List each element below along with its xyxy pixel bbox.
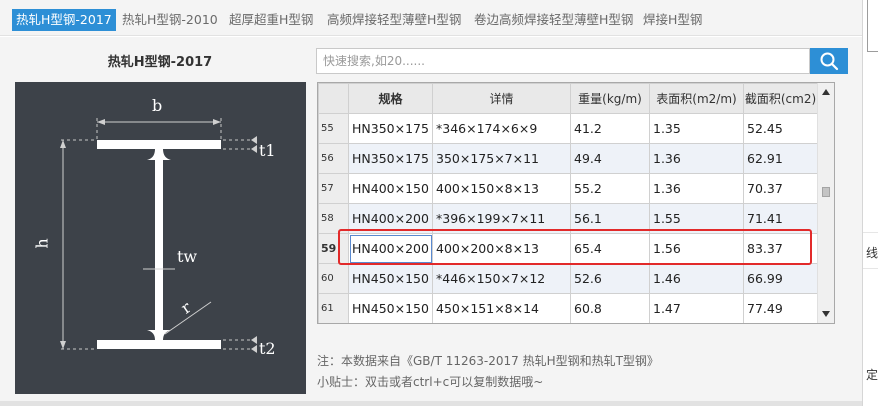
dim-label-t1: t1 xyxy=(259,141,276,160)
cell-spec[interactable]: HN350×175 xyxy=(348,143,433,174)
bottom-bar xyxy=(0,401,862,406)
tab-hot-rolled-h-2017[interactable]: 热轧H型钢-2017 xyxy=(12,9,116,31)
cell-spec[interactable]: HN350×175 xyxy=(348,113,433,144)
corner-cell xyxy=(318,83,349,114)
cell-spec-selected[interactable]: HN400×200 xyxy=(348,233,433,264)
cell-weight[interactable]: 49.4 xyxy=(570,143,650,174)
cell-detail[interactable]: *346×174×6×9 xyxy=(432,113,571,144)
cell-detail[interactable]: 350×175×7×11 xyxy=(432,143,571,174)
tab-strip: 热轧H型钢-2017 热轧H型钢-2010 超厚超重H型钢 高频焊接轻型薄壁H型… xyxy=(0,0,862,36)
col-header-detail[interactable]: 详情 xyxy=(432,83,571,114)
section-title: 热轧H型钢-2017 xyxy=(107,55,213,70)
tab-extra-thick-h[interactable]: 超厚超重H型钢 xyxy=(229,9,313,31)
cell-section[interactable]: 66.99 xyxy=(743,263,818,294)
search-box xyxy=(316,48,810,74)
cell-detail[interactable]: 400×150×8×13 xyxy=(432,173,571,204)
col-header-spec[interactable]: 规格 xyxy=(348,83,433,114)
col-header-surface[interactable]: 表面积(m2/m) xyxy=(649,83,744,114)
table-row[interactable]: 56 HN350×175 350×175×7×11 49.4 1.36 62.9… xyxy=(318,143,818,174)
steel-table: 规格 详情 重量(kg/m) 表面积(m2/m) 截面积(cm2) 55 HN3… xyxy=(318,83,818,323)
table-header-row: 规格 详情 重量(kg/m) 表面积(m2/m) 截面积(cm2) xyxy=(318,83,818,114)
dim-label-h: h xyxy=(32,238,52,249)
cell-weight[interactable]: 55.2 xyxy=(570,173,650,204)
edge-glyph: 定 xyxy=(866,368,878,382)
row-number: 59 xyxy=(318,233,349,264)
scroll-thumb[interactable] xyxy=(822,187,830,197)
cell-detail[interactable]: 450×151×8×14 xyxy=(432,293,571,323)
table-row-selected[interactable]: 59 HN400×200 400×200×8×13 65.4 1.56 83.3… xyxy=(318,233,818,264)
cell-spec[interactable]: HN450×150 xyxy=(348,293,433,323)
edge-panel xyxy=(867,0,878,52)
copy-tip: 小贴士：双击或者ctrl+c可以复制数据哦~ xyxy=(317,375,544,389)
cell-weight[interactable]: 52.6 xyxy=(570,263,650,294)
search-input[interactable] xyxy=(317,49,809,73)
edge-separator xyxy=(863,232,878,233)
cell-detail[interactable]: *446×150×7×12 xyxy=(432,263,571,294)
row-number: 58 xyxy=(318,203,349,234)
tab-curled-hf-welded-thin-h[interactable]: 卷边高频焊接轻型薄壁H型钢 xyxy=(474,9,633,31)
data-grid: 规格 详情 重量(kg/m) 表面积(m2/m) 截面积(cm2) 55 HN3… xyxy=(317,82,835,324)
cell-section[interactable]: 83.37 xyxy=(743,233,818,264)
scroll-down-icon[interactable] xyxy=(822,311,830,317)
cell-surface[interactable]: 1.56 xyxy=(649,233,744,264)
dim-label-tw: tw xyxy=(177,247,198,266)
table-row[interactable]: 60 HN450×150 *446×150×7×12 52.6 1.46 66.… xyxy=(318,263,818,294)
tab-welded-h[interactable]: 焊接H型钢 xyxy=(643,9,702,31)
row-number: 57 xyxy=(318,173,349,204)
vertical-scrollbar[interactable] xyxy=(817,83,834,323)
cell-surface[interactable]: 1.46 xyxy=(649,263,744,294)
cell-detail[interactable]: 400×200×8×13 xyxy=(432,233,571,264)
edge-separator xyxy=(863,268,878,269)
cell-surface[interactable]: 1.35 xyxy=(649,113,744,144)
col-header-section[interactable]: 截面积(cm2) xyxy=(743,83,818,114)
source-note: 注：本数据来自《GB/T 11263-2017 热轧H型钢和热轧T型钢》 xyxy=(317,354,659,368)
table-row[interactable]: 58 HN400×200 *396×199×7×11 56.1 1.55 71.… xyxy=(318,203,818,234)
col-header-weight[interactable]: 重量(kg/m) xyxy=(570,83,650,114)
edge-glyph: 线 xyxy=(866,246,878,260)
cell-weight[interactable]: 60.8 xyxy=(570,293,650,323)
table-row[interactable]: 57 HN400×150 400×150×8×13 55.2 1.36 70.3… xyxy=(318,173,818,204)
cell-spec[interactable]: HN400×150 xyxy=(348,173,433,204)
row-number: 56 xyxy=(318,143,349,174)
cell-section[interactable]: 70.37 xyxy=(743,173,818,204)
tab-hot-rolled-h-2010[interactable]: 热轧H型钢-2010 xyxy=(122,9,218,31)
h-beam-diagram: b h t1 tw r t2 xyxy=(15,82,306,394)
search-button[interactable] xyxy=(810,48,848,74)
cell-surface[interactable]: 1.36 xyxy=(649,143,744,174)
dim-label-b: b xyxy=(152,96,163,115)
search-icon xyxy=(820,52,839,71)
scroll-up-icon[interactable] xyxy=(822,89,830,95)
row-number: 55 xyxy=(318,113,349,144)
cell-surface[interactable]: 1.55 xyxy=(649,203,744,234)
table-row[interactable]: 61 HN450×150 450×151×8×14 60.8 1.47 77.4… xyxy=(318,293,818,323)
cell-weight[interactable]: 65.4 xyxy=(570,233,650,264)
cell-surface[interactable]: 1.47 xyxy=(649,293,744,323)
dim-label-t2: t2 xyxy=(259,339,276,358)
cell-weight[interactable]: 41.2 xyxy=(570,113,650,144)
cell-section[interactable]: 77.49 xyxy=(743,293,818,323)
table-row[interactable]: 55 HN350×175 *346×174×6×9 41.2 1.35 52.4… xyxy=(318,113,818,144)
cell-spec[interactable]: HN400×200 xyxy=(348,203,433,234)
cell-section[interactable]: 52.45 xyxy=(743,113,818,144)
tab-hf-welded-thin-h[interactable]: 高频焊接轻型薄壁H型钢 xyxy=(327,9,461,31)
row-number: 60 xyxy=(318,263,349,294)
cell-detail[interactable]: *396×199×7×11 xyxy=(432,203,571,234)
cell-section[interactable]: 62.91 xyxy=(743,143,818,174)
cell-weight[interactable]: 56.1 xyxy=(570,203,650,234)
cell-surface[interactable]: 1.36 xyxy=(649,173,744,204)
cell-section[interactable]: 71.41 xyxy=(743,203,818,234)
window-edge xyxy=(862,0,863,406)
row-number: 61 xyxy=(318,293,349,323)
cell-spec[interactable]: HN450×150 xyxy=(348,263,433,294)
